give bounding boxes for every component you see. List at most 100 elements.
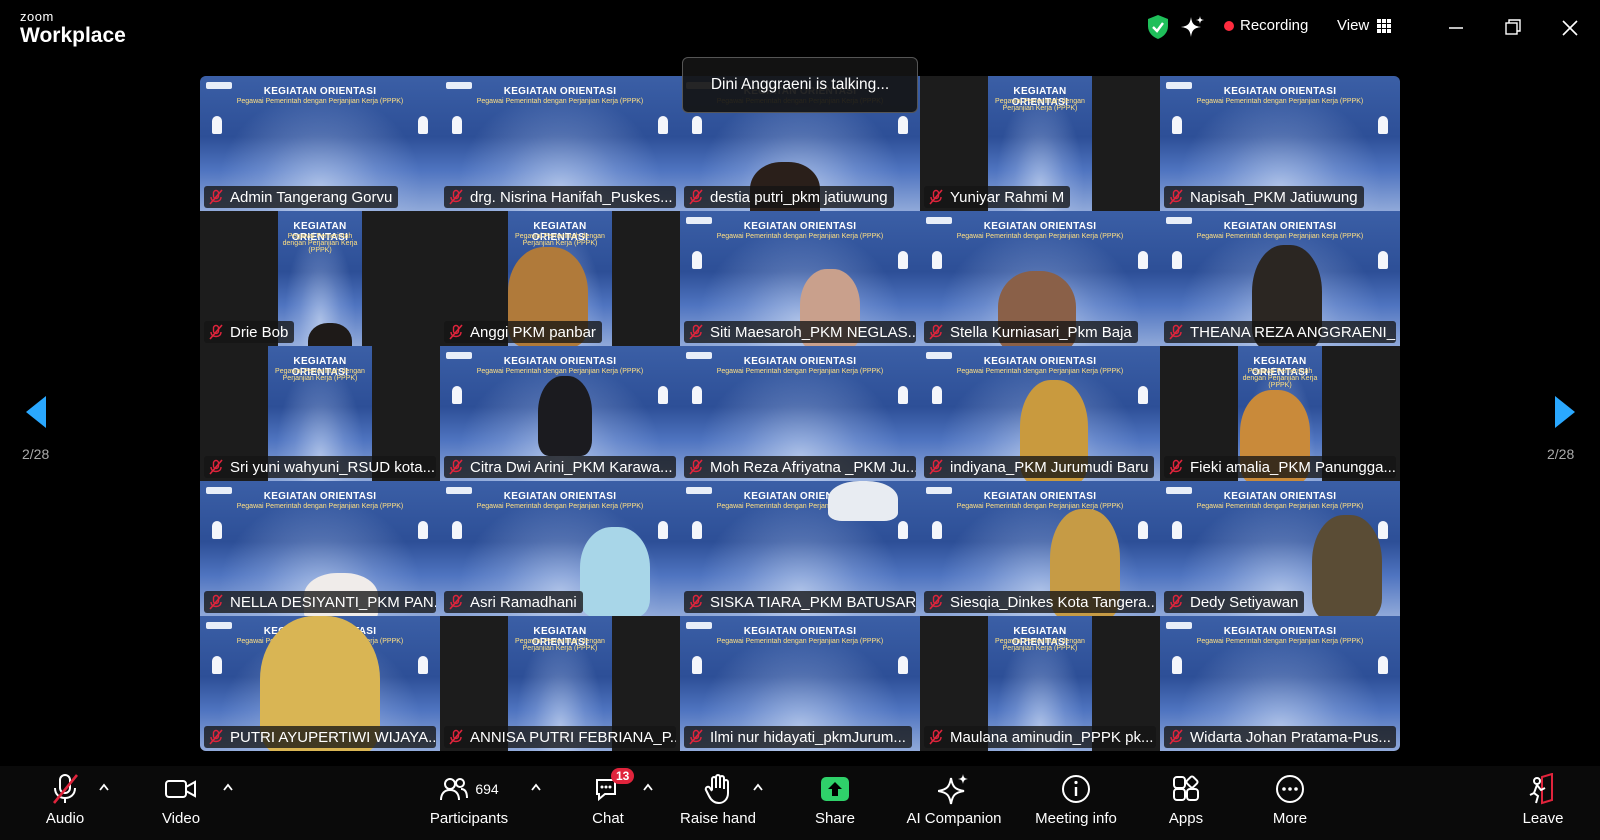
participant-tile[interactable]: KEGIATAN ORIENTASIPegawai Pemerintah den… [1160, 481, 1400, 616]
recording-indicator[interactable]: Recording [1224, 17, 1308, 34]
participant-tile[interactable]: KEGIATAN ORIENTASIPegawai Pemerintah den… [920, 211, 1160, 346]
participant-tile[interactable]: KEGIATAN ORIENTASIPegawai Pemerintah den… [200, 346, 440, 481]
mic-off-icon [929, 594, 943, 610]
close-icon[interactable] [1556, 14, 1584, 42]
mic-off-icon [689, 459, 703, 475]
leave-button[interactable]: Leave [1520, 770, 1566, 836]
shield-check-icon[interactable] [1146, 14, 1170, 40]
participant-tile[interactable]: KEGIATAN ORIENTASIPegawai Pemerintah den… [680, 481, 920, 616]
participant-tile[interactable]: KEGIATAN ORIENTASIPegawai Pemerintah den… [920, 616, 1160, 751]
next-page-arrow-icon[interactable] [1553, 394, 1577, 430]
chat-options-caret-icon[interactable] [642, 782, 654, 792]
banner-subtitle: Pegawai Pemerintah dengan Perjanjian Ker… [515, 638, 605, 652]
raise-hand-options-caret-icon[interactable] [752, 782, 764, 792]
participant-tile[interactable]: KEGIATAN ORIENTASIPegawai Pemerintah den… [680, 211, 920, 346]
sparkle-icon[interactable] [1180, 14, 1206, 40]
apps-button[interactable]: Apps [1166, 770, 1206, 836]
video-button[interactable]: Video [158, 770, 204, 836]
logo-strip [686, 352, 712, 359]
participant-name: drg. Nisrina Hanifah_Puskes... [470, 188, 673, 206]
more-button[interactable]: More [1270, 770, 1310, 836]
participant-name-label: indiyana_PKM Jurumudi Baru [924, 456, 1155, 478]
logo-strip [1166, 622, 1192, 629]
participant-name: Admin Tangerang Gorvu [230, 188, 393, 206]
banner-title: KEGIATAN ORIENTASI [743, 221, 857, 232]
share-button[interactable]: Share [810, 770, 860, 836]
participant-name-label: Dedy Setiyawan [1164, 591, 1305, 613]
mic-off-icon [929, 729, 943, 745]
participant-tile[interactable]: KEGIATAN ORIENTASIPegawai Pemerintah den… [440, 616, 680, 751]
mic-off-icon [929, 324, 943, 340]
participants-button[interactable]: 694 Participants [424, 770, 514, 836]
participant-name: Dedy Setiyawan [1190, 593, 1299, 611]
brand-large: Workplace [20, 24, 126, 47]
participant-tile[interactable]: KEGIATAN ORIENTASIPegawai Pemerintah den… [200, 211, 440, 346]
participant-tile[interactable]: KEGIATAN ORIENTASIPegawai Pemerintah den… [440, 346, 680, 481]
previous-page-arrow-icon[interactable] [24, 394, 48, 430]
meeting-toolbar: Audio Video 694 Participants 13 Chat Rai… [0, 766, 1600, 840]
participant-name-label: Moh Reza Afriyatna _PKM Ju... [684, 456, 916, 478]
view-button[interactable]: View [1337, 17, 1392, 34]
standee-figure [452, 386, 462, 404]
banner-title: KEGIATAN ORIENTASI [1223, 626, 1337, 637]
participant-tile[interactable]: KEGIATAN ORIENTASIPegawai Pemerintah den… [200, 76, 440, 211]
chat-button[interactable]: 13 Chat [588, 768, 635, 836]
participant-tile[interactable]: KEGIATAN ORIENTASIPegawai Pemerintah den… [1160, 76, 1400, 211]
video-label: Video [161, 810, 201, 827]
mic-off-icon [1169, 324, 1183, 340]
banner-subtitle: Pegawai Pemerintah dengan Perjanjian Ker… [282, 233, 358, 254]
ai-sparkle-icon [938, 774, 968, 805]
recording-dot-icon [1224, 20, 1234, 31]
audio-button[interactable]: Audio [40, 770, 90, 836]
banner-title: KEGIATAN ORIENTASI [983, 221, 1097, 232]
participant-tile[interactable]: KEGIATAN ORIENTASIPegawai Pemerintah den… [680, 346, 920, 481]
standee-figure [212, 656, 222, 674]
participant-tile[interactable]: KEGIATAN ORIENTASIPegawai Pemerintah den… [920, 346, 1160, 481]
more-dots-icon [1276, 775, 1304, 803]
brand-small: zoom [20, 9, 54, 24]
participant-name-label: NELLA DESIYANTI_PKM PAN... [204, 591, 436, 613]
participants-label: Participants [429, 810, 509, 827]
participant-video [1312, 515, 1382, 616]
standee-figure [898, 521, 908, 539]
participant-name-label: Stella Kurniasari_Pkm Baja [924, 321, 1138, 343]
restore-icon[interactable] [1499, 14, 1527, 42]
mic-off-icon [209, 729, 223, 745]
hand-icon [704, 774, 729, 804]
banner-subtitle: Pegawai Pemerintah dengan Perjanjian Ker… [716, 368, 884, 375]
ai-companion-button[interactable]: AI Companion [902, 770, 1006, 836]
participant-tile[interactable]: KEGIATAN ORIENTASIPegawai Pemerintah den… [920, 481, 1160, 616]
participant-name-label: Sri yuni wahyuni_RSUD kota... [204, 456, 436, 478]
logo-strip [686, 217, 712, 224]
participant-tile[interactable]: KEGIATAN ORIENTASIPegawai Pemerintah den… [440, 76, 680, 211]
audio-options-caret-icon[interactable] [98, 782, 110, 792]
logo-strip [926, 487, 952, 494]
participants-options-caret-icon[interactable] [530, 782, 542, 792]
banner-title: KEGIATAN ORIENTASI [743, 356, 857, 367]
ai-companion-label: AI Companion [906, 810, 1002, 827]
participant-name: Drie Bob [230, 323, 289, 341]
banner-subtitle: Pegawai Pemerintah dengan Perjanjian Ker… [956, 503, 1124, 510]
participant-tile[interactable]: KEGIATAN ORIENTASIPegawai Pemerintah den… [440, 481, 680, 616]
participant-tile[interactable]: KEGIATAN ORIENTASIPegawai Pemerintah den… [1160, 616, 1400, 751]
standee-figure [692, 656, 702, 674]
chat-label: Chat [592, 810, 624, 827]
raise-hand-button[interactable]: Raise hand [680, 770, 756, 836]
minimize-icon[interactable] [1442, 14, 1470, 42]
meeting-info-button[interactable]: Meeting info [1030, 770, 1122, 836]
participant-tile[interactable]: KEGIATAN ORIENTASIPegawai Pemerintah den… [1160, 346, 1400, 481]
video-options-caret-icon[interactable] [222, 782, 234, 792]
participant-tile[interactable]: KEGIATAN ORIENTASIPegawai Pemerintah den… [440, 211, 680, 346]
banner-title: KEGIATAN ORIENTASI [503, 491, 617, 502]
apps-icon [1173, 775, 1199, 801]
mic-off-icon [449, 459, 463, 475]
standee-figure [932, 251, 942, 269]
participant-video [580, 527, 650, 616]
participant-tile[interactable]: KEGIATAN ORIENTASIPegawai Pemerintah den… [200, 616, 440, 751]
participant-tile[interactable]: KEGIATAN ORIENTASIPegawai Pemerintah den… [680, 616, 920, 751]
standee-figure [898, 251, 908, 269]
participant-tile[interactable]: KEGIATAN ORIENTASIPegawai Pemerintah den… [920, 76, 1160, 211]
participant-tile[interactable]: KEGIATAN ORIENTASIPegawai Pemerintah den… [1160, 211, 1400, 346]
participant-tile[interactable]: KEGIATAN ORIENTASIPegawai Pemerintah den… [200, 481, 440, 616]
info-icon [1062, 775, 1090, 803]
